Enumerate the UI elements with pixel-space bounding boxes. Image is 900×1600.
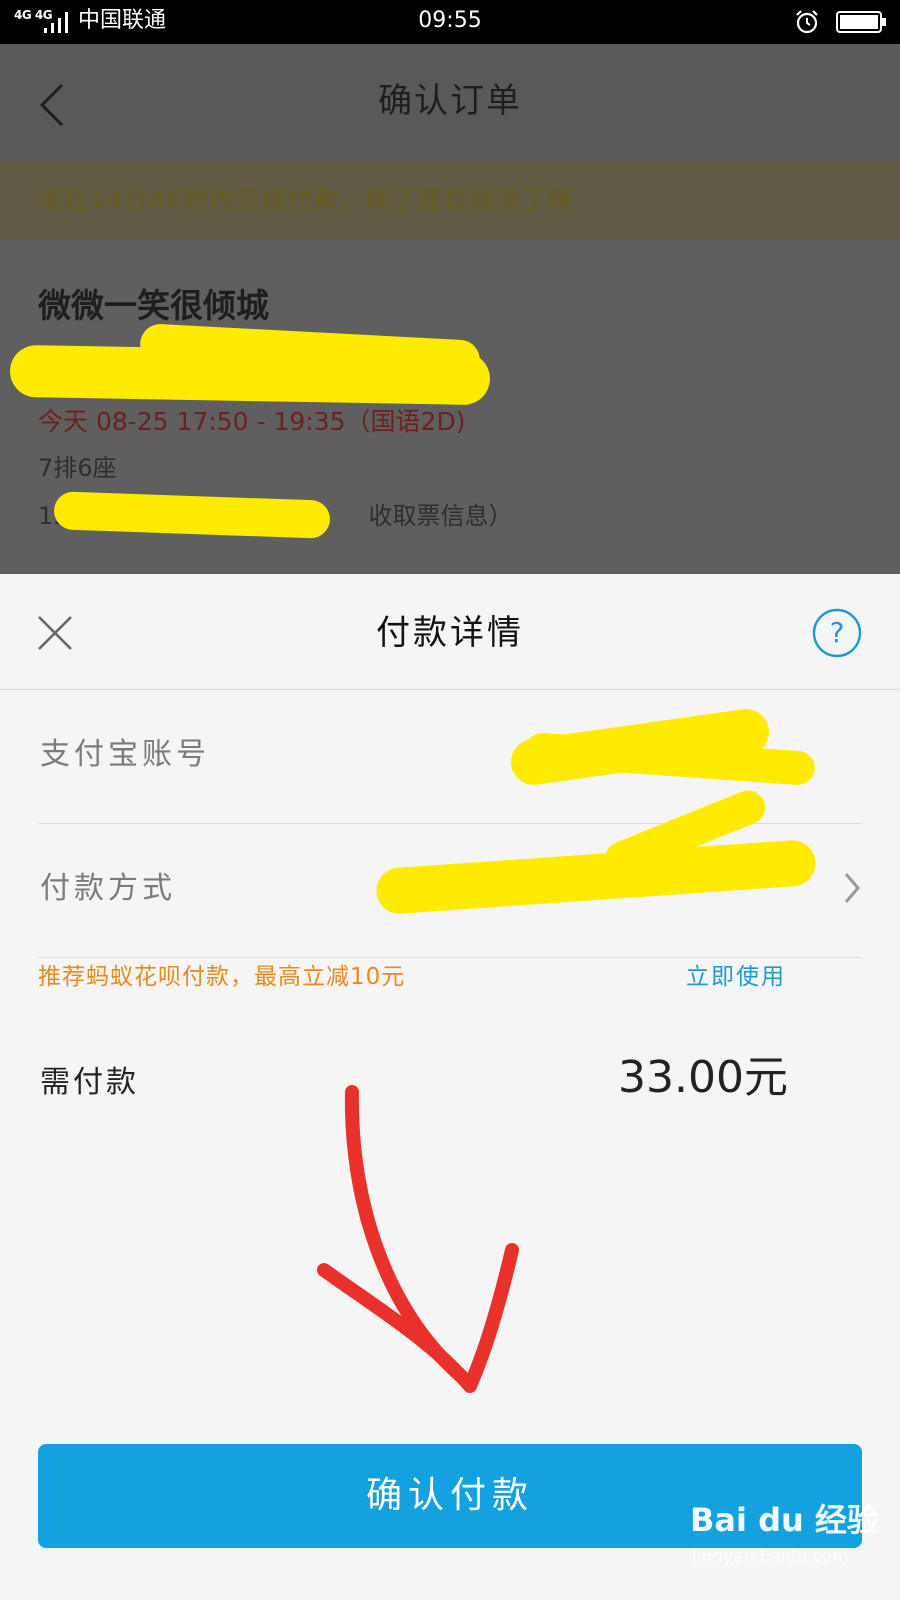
phone-suffix: 收取票信息） bbox=[368, 502, 513, 530]
order-header: 确认订单 bbox=[0, 44, 900, 162]
sheet-title: 付款详情 bbox=[376, 613, 524, 653]
movie-title: 微微一笑很倾城 bbox=[38, 286, 269, 325]
clock: 09:55 bbox=[418, 8, 482, 33]
amount-due-value: 33.00元 bbox=[618, 1052, 788, 1103]
watermark-logo: Bai du 经验 bbox=[690, 1501, 879, 1539]
baidu-jingyan-watermark: Bai du 经验 jingyan.baidu.com bbox=[690, 1500, 890, 1592]
order-page-background: 确认订单 请在14分46秒内完成付款，晚了座位就没了哦 微微一笑很倾城 今天 0… bbox=[0, 44, 900, 574]
help-icon[interactable]: ? bbox=[812, 608, 862, 658]
payment-countdown-notice: 请在14分46秒内完成付款，晚了座位就没了哦 bbox=[0, 162, 900, 240]
huabei-promo-text: 推荐蚂蚁花呗付款，最高立减10元 bbox=[38, 964, 406, 990]
status-bar: 4G 4G 中国联通 09:55 bbox=[0, 0, 900, 44]
watermark-url: jingyan.baidu.com bbox=[692, 1547, 849, 1567]
alarm-icon bbox=[796, 10, 818, 34]
notice-text: 请在14分46秒内完成付款，晚了座位就没了哦 bbox=[38, 185, 574, 214]
use-now-link[interactable]: 立即使用 bbox=[686, 960, 786, 994]
svg-text:?: ? bbox=[830, 616, 845, 649]
amount-due-label: 需付款 bbox=[40, 1065, 139, 1100]
annotation-arrow bbox=[317, 1085, 519, 1393]
showtime: 今天 08-25 17:50 - 19:35（国语2D) bbox=[38, 407, 466, 436]
account-label: 支付宝账号 bbox=[40, 737, 210, 772]
page-title: 确认订单 bbox=[378, 81, 522, 121]
seat-info: 7排6座 bbox=[38, 454, 117, 482]
method-label: 付款方式 bbox=[40, 871, 176, 906]
sheet-header: 付款详情 ? bbox=[0, 574, 900, 690]
chevron-right-icon bbox=[844, 873, 860, 903]
battery-icon bbox=[836, 11, 886, 33]
